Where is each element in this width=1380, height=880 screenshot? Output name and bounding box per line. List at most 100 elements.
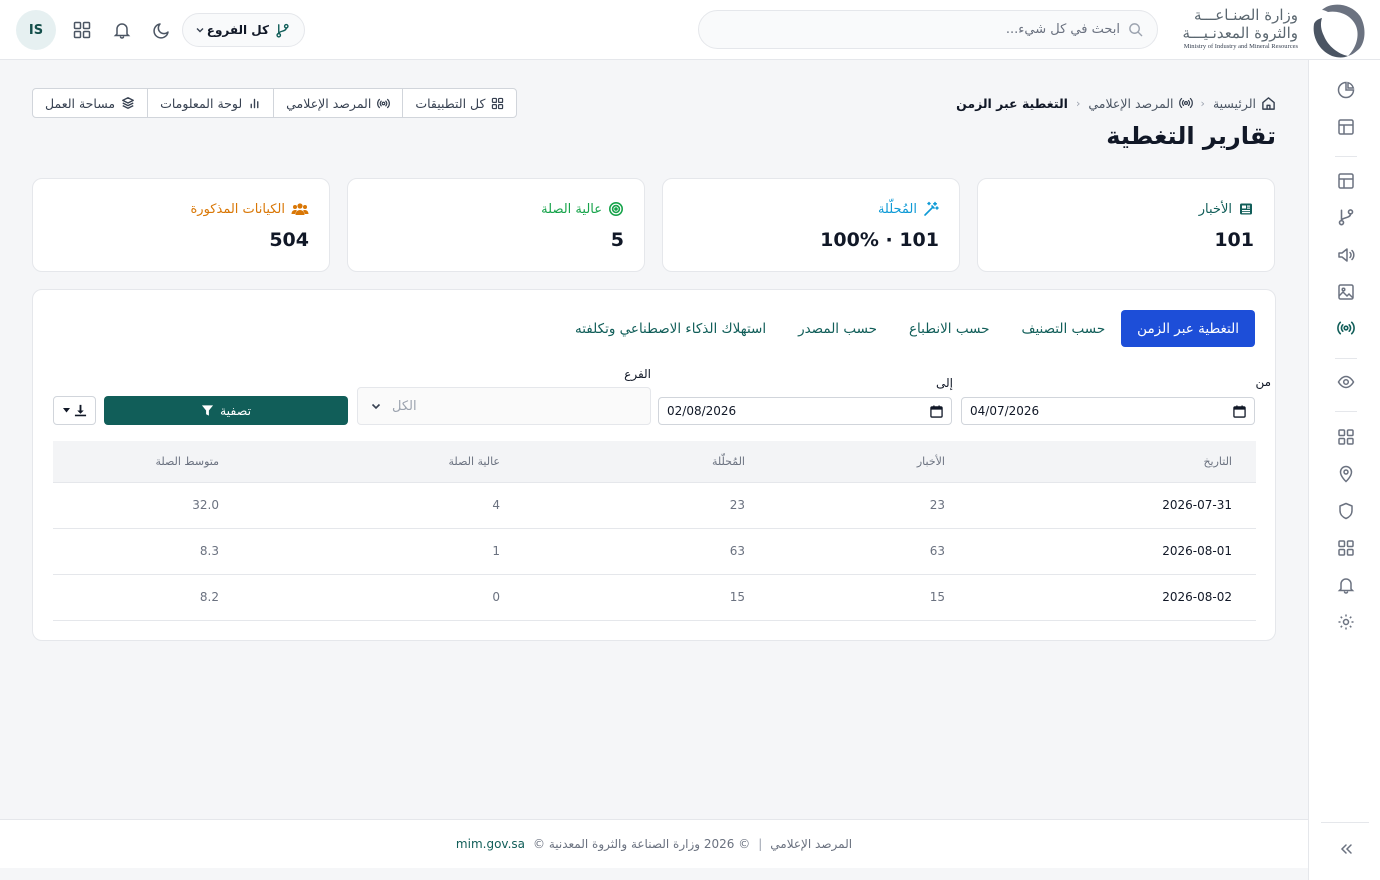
breadcrumb-home[interactable]: الرئيسية [1213,96,1276,111]
tab-coverage-over-time[interactable]: التغطية عبر الزمن [1121,310,1255,347]
to-date-value: 02/08/2026 [667,404,737,418]
branch-filter-value: الكل [392,398,417,414]
branch-filter-label: الفرع [603,367,651,381]
stat-label-text: عالية الصلة [541,201,602,217]
quick-link-workspace[interactable]: مساحة العمل [33,89,147,117]
page-footer: المرصد الإعلامي | © 2026 وزارة الصناعة و… [0,819,1308,868]
cell-news: 63 [769,528,969,575]
broadcast-icon [1178,96,1193,110]
target-icon [608,201,624,217]
tab-by-sentiment[interactable]: حسب الانطباع [893,310,1005,347]
users-group-icon [291,201,309,217]
col-header-news: الأخبار [769,441,969,483]
quick-links: كل التطبيقات المرصد الإعلامي لوحة المعلو… [32,88,518,118]
footer-copyright: © 2026 وزارة الصناعة والثروة المعدنية © [533,837,751,851]
bell-icon[interactable] [110,18,134,42]
cell-date: 2026-08-02 [969,574,1256,621]
quick-link-label: لوحة المعلومات [160,95,243,111]
col-header-high-relevance: عالية الصلة [243,441,524,483]
top-header: IS كل الفروع وزارة الصنـاعـــة والثروة ا… [0,0,1380,60]
global-search[interactable] [698,10,1158,49]
chevron-down-icon [370,400,382,412]
cell-analyzed: 23 [524,482,769,529]
pie-chart-icon[interactable] [1335,79,1357,101]
breadcrumb-separator: ‹ [1200,96,1205,110]
search-input[interactable] [720,22,1120,37]
footer-site-link[interactable]: mim.gov.sa [456,837,525,851]
filter-button-label: تصفية [219,403,252,418]
quick-link-all-apps[interactable]: كل التطبيقات [402,89,516,117]
stat-card-entities: الكيانات المذكورة 504 [32,178,330,272]
stat-value: 101 [1214,229,1254,251]
download-icon [74,404,87,417]
map-pin-icon[interactable] [1335,463,1357,485]
breadcrumb-current: التغطية عبر الزمن [956,95,1068,111]
logo-line-1: وزارة الصنـاعـــة [1194,6,1298,24]
settings-gear-icon[interactable] [1335,611,1357,633]
stat-label: عالية الصلة [541,201,624,217]
stat-label: المُحلّلة [878,201,939,217]
grid-icon[interactable] [1335,426,1357,448]
collapse-sidebar-icon[interactable] [1335,838,1357,860]
cell-high-relevance: 1 [243,528,524,575]
from-date-value: 04/07/2026 [970,404,1040,418]
apps-icon[interactable] [1335,537,1357,559]
breadcrumb-section-label: المرصد الإعلامي [1088,95,1174,111]
search-icon [1128,22,1143,37]
notification-bell-icon[interactable] [1335,574,1357,596]
branch-filter-label-text: الفرع [624,367,651,381]
ministry-logo-text: وزارة الصنـاعـــة والثروة المعدنـيـــة M… [1170,6,1299,56]
cell-date: 2026-07-31 [969,482,1256,529]
tab-by-source[interactable]: حسب المصدر [782,310,893,347]
footer-divider: | [758,837,763,851]
logo-english: Ministry of Industry and Mineral Resourc… [1183,43,1298,50]
to-date-input[interactable]: 02/08/2026 [658,397,952,425]
breadcrumb-section[interactable]: المرصد الإعلامي [1088,95,1193,111]
image-icon[interactable] [1335,281,1357,303]
cell-avg-relevance: 32.0 [53,482,243,529]
quick-link-dashboard[interactable]: لوحة المعلومات [147,89,273,117]
eye-icon[interactable] [1335,371,1357,393]
tab-by-category[interactable]: حسب التصنيف [1005,310,1121,347]
download-button[interactable] [53,396,96,425]
quick-link-label: المرصد الإعلامي [286,95,372,111]
stat-card-news: الأخبار 101 [977,178,1275,272]
megaphone-icon[interactable] [1335,244,1357,266]
git-branch-icon[interactable] [1335,206,1357,228]
stat-card-high-relevance: عالية الصلة 5 [347,178,645,272]
ministry-logo-icon[interactable] [1308,0,1370,60]
stat-card-analyzed: المُحلّلة 101 · 100% [662,178,960,272]
funnel-icon [201,404,214,417]
col-header-analyzed: المُحلّلة [524,441,769,483]
table-layout-icon[interactable] [1335,170,1357,192]
right-sidebar [1308,60,1380,880]
cell-high-relevance: 0 [243,574,524,621]
apps-grid-icon[interactable] [70,18,94,42]
broadcast-icon[interactable] [1335,317,1357,339]
coverage-table: التاريخ الأخبار المُحلّلة عالية الصلة مت… [53,441,1256,621]
tab-ai-usage-cost[interactable]: استهلاك الذكاء الاصطناعي وتكلفته [559,310,782,347]
calendar-icon [1233,404,1246,418]
col-header-date: التاريخ [969,441,1256,483]
bar-chart-icon [248,97,261,110]
page-title: تقارير التغطية [1106,122,1276,150]
branch-filter-select[interactable]: الكل [357,387,651,425]
quick-link-media-observatory[interactable]: المرصد الإعلامي [273,89,402,117]
calendar-icon [930,404,943,418]
layers-icon [121,96,135,110]
from-date-input[interactable]: 04/07/2026 [961,397,1255,425]
moon-icon[interactable] [150,18,174,42]
layout-icon[interactable] [1335,116,1357,138]
shield-icon[interactable] [1335,500,1357,522]
caret-down-icon [62,408,70,413]
cell-analyzed: 63 [524,528,769,575]
cell-news: 23 [769,482,969,529]
cell-analyzed: 15 [524,574,769,621]
avatar[interactable]: IS [16,10,56,50]
magic-wand-icon [923,201,939,217]
branch-selector[interactable]: كل الفروع [182,13,305,47]
filter-button[interactable]: تصفية [104,396,348,425]
cell-news: 15 [769,574,969,621]
cell-avg-relevance: 8.3 [53,528,243,575]
report-panel: التغطية عبر الزمن حسب التصنيف حسب الانطب… [32,289,1276,641]
